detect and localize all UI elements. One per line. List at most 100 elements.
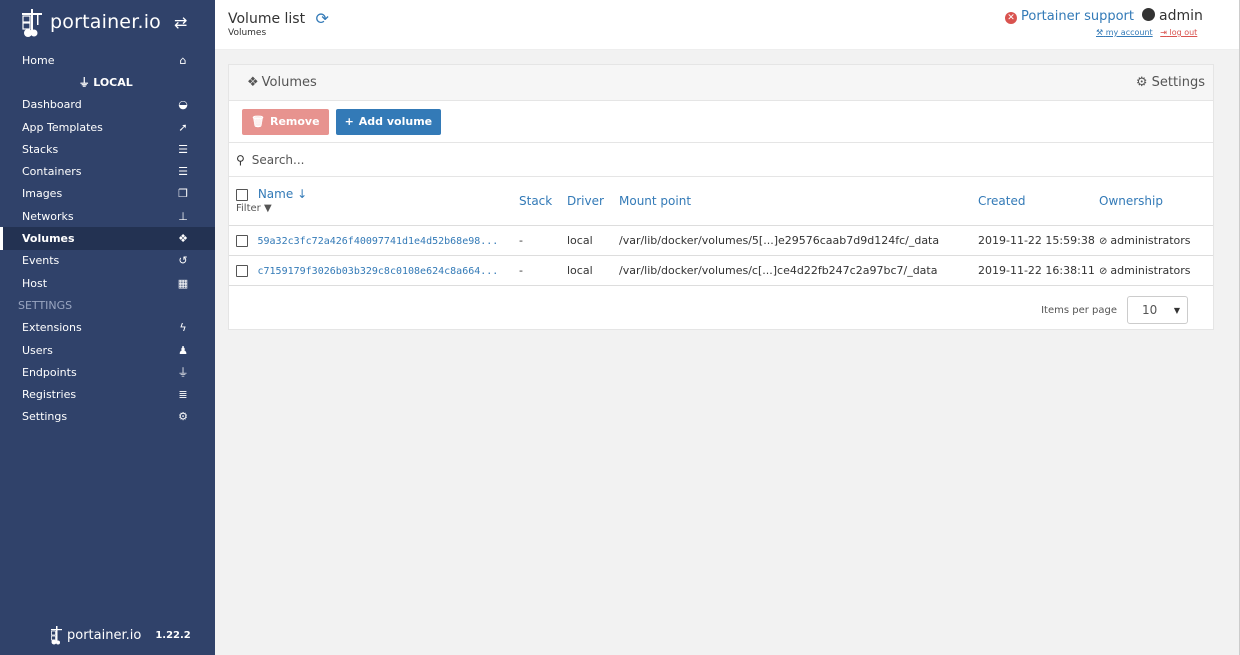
table-header-row: Name ↓ Filter ▼ Stack Driver Mount point… [229,177,1213,225]
history-icon: ↺ [178,254,188,268]
volume-name-link[interactable]: 59a32c3fc72a426f40097741d1e4d52b68e98... [258,236,499,247]
sidebar-item-label: Volumes [22,232,75,246]
username: admin [1159,8,1203,24]
cog-icon: ⚙ [1135,75,1148,90]
refresh-icon[interactable]: ⟳ [316,9,329,28]
stack-column-header[interactable]: Stack [519,177,567,225]
cubes-icon: ❖ [178,232,188,246]
server-icon: ☰ [178,165,188,179]
widget-title: ❖ Volumes [247,75,317,90]
sidebar-item-label: Users [22,343,53,357]
sidebar-item-extensions[interactable]: Extensions ϟ [0,317,215,339]
created-cell: 2019-11-22 16:38:11 [978,263,1095,277]
sidebar-item-label: Dashboard [22,98,82,112]
sidebar: portainer.io ⇄ Home ⌂ ⏚ LOCAL Dashboard … [0,0,215,655]
table-row: c7159179f3026b03b329c8c0108e624c8a664...… [229,255,1213,285]
caret-down-icon: ▼ [1173,305,1180,315]
sidebar-item-volumes[interactable]: Volumes ❖ [0,227,215,250]
driver-column-header[interactable]: Driver [567,177,619,225]
sidebar-item-networks[interactable]: Networks ⊥ [0,205,215,227]
sidebar-item-stacks[interactable]: Stacks ☰ [0,138,215,160]
plug-icon: ⏚ [78,76,90,90]
bolt-icon: ϟ [179,321,187,335]
page-header: Volume list ⟳ Volumes ✕ Portainer support… [215,0,1240,50]
sidebar-item-settings[interactable]: Settings ⚙ [0,406,215,428]
driver-cell: local [567,263,593,277]
sidebar-item-label: Images [22,187,63,201]
sidebar-endpoint-local: ⏚ LOCAL [0,71,215,93]
sidebar-item-events[interactable]: Events ↺ [0,250,215,272]
sidebar-item-users[interactable]: Users ♟ [0,339,215,361]
breadcrumb: Volumes [228,28,267,38]
sidebar-section-settings: SETTINGS [0,294,215,316]
brand-name[interactable]: portainer.io [50,11,161,33]
created-column-header[interactable]: Created [978,177,1099,225]
exchange-icon[interactable]: ⇄ [174,13,187,32]
volumes-table: Name ↓ Filter ▼ Stack Driver Mount point… [229,177,1213,286]
my-account-link[interactable]: ⚒ my account [1096,28,1153,37]
sidebar-item-host[interactable]: Host ▦ [0,272,215,294]
sidebar-item-registries[interactable]: Registries ≣ [0,383,215,405]
mount-column-header[interactable]: Mount point [619,177,978,225]
th-icon: ▦ [177,276,189,290]
clone-icon: ❐ [178,187,188,201]
remove-label: Remove [269,115,320,128]
sidebar-item-home[interactable]: Home ⌂ [0,49,215,71]
volumes-widget: ❖ Volumes ⚙ Settings 🗑 Remove + Add volume … [228,64,1214,330]
rocket-icon: ➚ [178,120,188,134]
brand: portainer.io ⇄ [0,0,215,44]
settings-label: Settings [1151,75,1205,90]
ownership-label: administrators [1110,263,1191,277]
sidebar-item-label: Networks [22,209,74,223]
select-all-checkbox[interactable] [236,188,248,201]
database-icon: ≣ [178,388,188,402]
row-checkbox[interactable] [236,264,248,277]
name-cell: c7159179f3026b03b329c8c0108e624c8a664... [229,255,519,285]
home-icon: ⌂ [179,53,187,67]
section-label: SETTINGS [18,298,73,312]
ownership-column-header[interactable]: Ownership [1099,177,1213,225]
sidebar-item-endpoints[interactable]: Endpoints ⏚ [0,361,215,383]
search-bar: ⚲ [229,143,1213,177]
name-sort-link[interactable]: Name ↓ [258,187,307,201]
sidebar-item-app-templates[interactable]: App Templates ➚ [0,116,215,138]
eye-slash-icon: ⊘ [1099,265,1108,277]
row-checkbox[interactable] [236,234,248,247]
sidebar-footer: portainer.io 1.22.2 [50,625,191,645]
items-per-page-select[interactable]: 10 ▼ [1127,296,1188,324]
sign-out-icon: ⇥ [1160,28,1167,37]
search-input[interactable] [251,152,952,167]
plus-icon: + [344,115,354,128]
add-volume-label: Add volume [358,115,433,128]
remove-button[interactable]: 🗑 Remove [242,108,329,135]
add-volume-button[interactable]: + Add volume [335,108,442,135]
sidebar-item-images[interactable]: Images ❐ [0,183,215,205]
created-cell: 2019-11-22 15:59:38 [978,233,1095,247]
volume-name-link[interactable]: c7159179f3026b03b329c8c0108e624c8a664... [258,266,499,277]
user-info: admin [1142,8,1203,24]
widget-title-text: Volumes [261,75,317,90]
sidebar-item-label: Host [22,276,48,290]
log-out-link[interactable]: ⇥ log out [1160,28,1197,37]
footer-brand-name: portainer.io [67,627,142,643]
sidebar-item-label: Settings [22,410,68,424]
mount-cell: /var/lib/docker/volumes/c[...]ce4d22fb24… [619,263,938,277]
name-cell: 59a32c3fc72a426f40097741d1e4d52b68e98... [229,225,519,255]
support-link[interactable]: ✕ Portainer support [1005,9,1134,24]
sitemap-icon: ⊥ [178,209,188,223]
stack-cell: - [519,263,523,277]
cubes-icon: ❖ [247,75,259,90]
filter-label: Filter [236,203,261,215]
sidebar-item-label: Home [22,53,55,67]
sidebar-item-label: App Templates [22,120,103,134]
ownership-label: administrators [1110,233,1191,247]
sidebar-item-containers[interactable]: Containers ☰ [0,160,215,182]
sidebar-item-dashboard[interactable]: Dashboard ◒ [0,94,215,116]
filter-toggle[interactable]: Filter ▼ [236,203,519,214]
driver-cell: local [567,233,593,247]
ownership-cell: ⊘ administrators [1099,225,1213,255]
table-settings-button[interactable]: ⚙ Settings [1136,75,1205,90]
portainer-logo-icon[interactable] [20,7,46,37]
sidebar-item-label: Extensions [22,321,82,335]
name-header-label: Name [257,187,294,202]
